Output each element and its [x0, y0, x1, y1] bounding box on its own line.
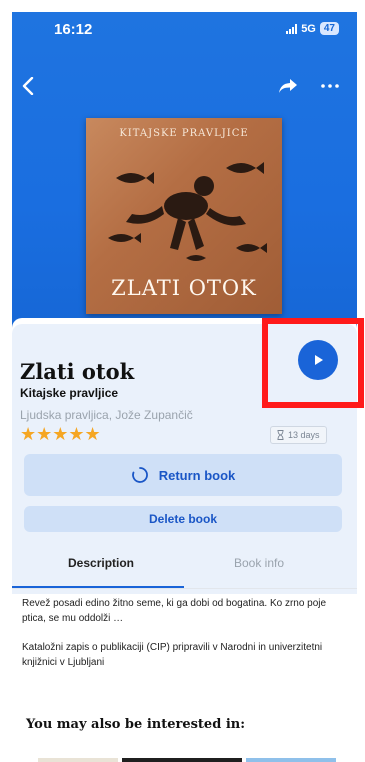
- description-text: Revež posadi edino žitno seme, ki ga dob…: [22, 596, 347, 670]
- recommendation-item[interactable]: [246, 758, 336, 762]
- tab-description[interactable]: Description: [68, 556, 134, 570]
- return-book-button[interactable]: Return book: [24, 454, 342, 496]
- more-options-button[interactable]: [318, 74, 342, 98]
- cip-note: Kataložni zapis o publikaciji (CIP) prip…: [22, 642, 323, 668]
- recommendation-item[interactable]: [38, 758, 118, 762]
- status-indicators: 5G 47: [286, 22, 339, 35]
- book-subtitle: Kitajske pravljice: [20, 386, 119, 400]
- recommendations-heading: You may also be interested in:: [26, 717, 246, 732]
- detail-tabs: Description Book info: [12, 542, 357, 589]
- loan-period-badge: 13 days: [270, 426, 327, 444]
- play-icon: [315, 355, 323, 365]
- delete-book-button[interactable]: Delete book: [24, 506, 342, 532]
- tab-book-info[interactable]: Book info: [234, 556, 284, 570]
- hero-header: 16:12 5G 47 KITAJSKE PRAVLJICE ZLATI OTO…: [12, 12, 357, 332]
- more-horizontal-icon: [321, 84, 339, 88]
- recommendation-item[interactable]: [122, 758, 242, 762]
- battery-icon: 47: [319, 22, 339, 35]
- network-type: 5G: [301, 22, 316, 35]
- share-button[interactable]: [276, 74, 300, 98]
- play-button[interactable]: [298, 340, 338, 380]
- recommendations-strip[interactable]: [38, 758, 357, 762]
- chevron-left-icon: [22, 77, 34, 95]
- tab-divider: [12, 588, 357, 589]
- return-book-label: Return book: [158, 467, 236, 483]
- status-time: 16:12: [54, 21, 93, 38]
- back-button[interactable]: [16, 74, 40, 98]
- book-cover: KITAJSKE PRAVLJICE ZLATI OTOK: [86, 118, 282, 314]
- loan-period-text: 13 days: [288, 430, 320, 440]
- cover-title: ZLATI OTOK: [111, 276, 257, 300]
- rating-stars: ★★★★★: [20, 424, 101, 444]
- signal-icon: [286, 23, 298, 34]
- book-authors: Ljudska pravljica, Jože Zupančič: [20, 408, 193, 422]
- hourglass-icon: [277, 430, 284, 440]
- status-bar: 16:12 5G 47: [12, 12, 357, 46]
- book-title: Zlati otok: [20, 359, 135, 384]
- return-spinner-icon: [131, 467, 148, 483]
- delete-book-label: Delete book: [148, 512, 217, 526]
- description-paragraph: Revež posadi edino žitno seme, ki ga dob…: [22, 598, 327, 624]
- share-arrow-icon: [279, 79, 297, 93]
